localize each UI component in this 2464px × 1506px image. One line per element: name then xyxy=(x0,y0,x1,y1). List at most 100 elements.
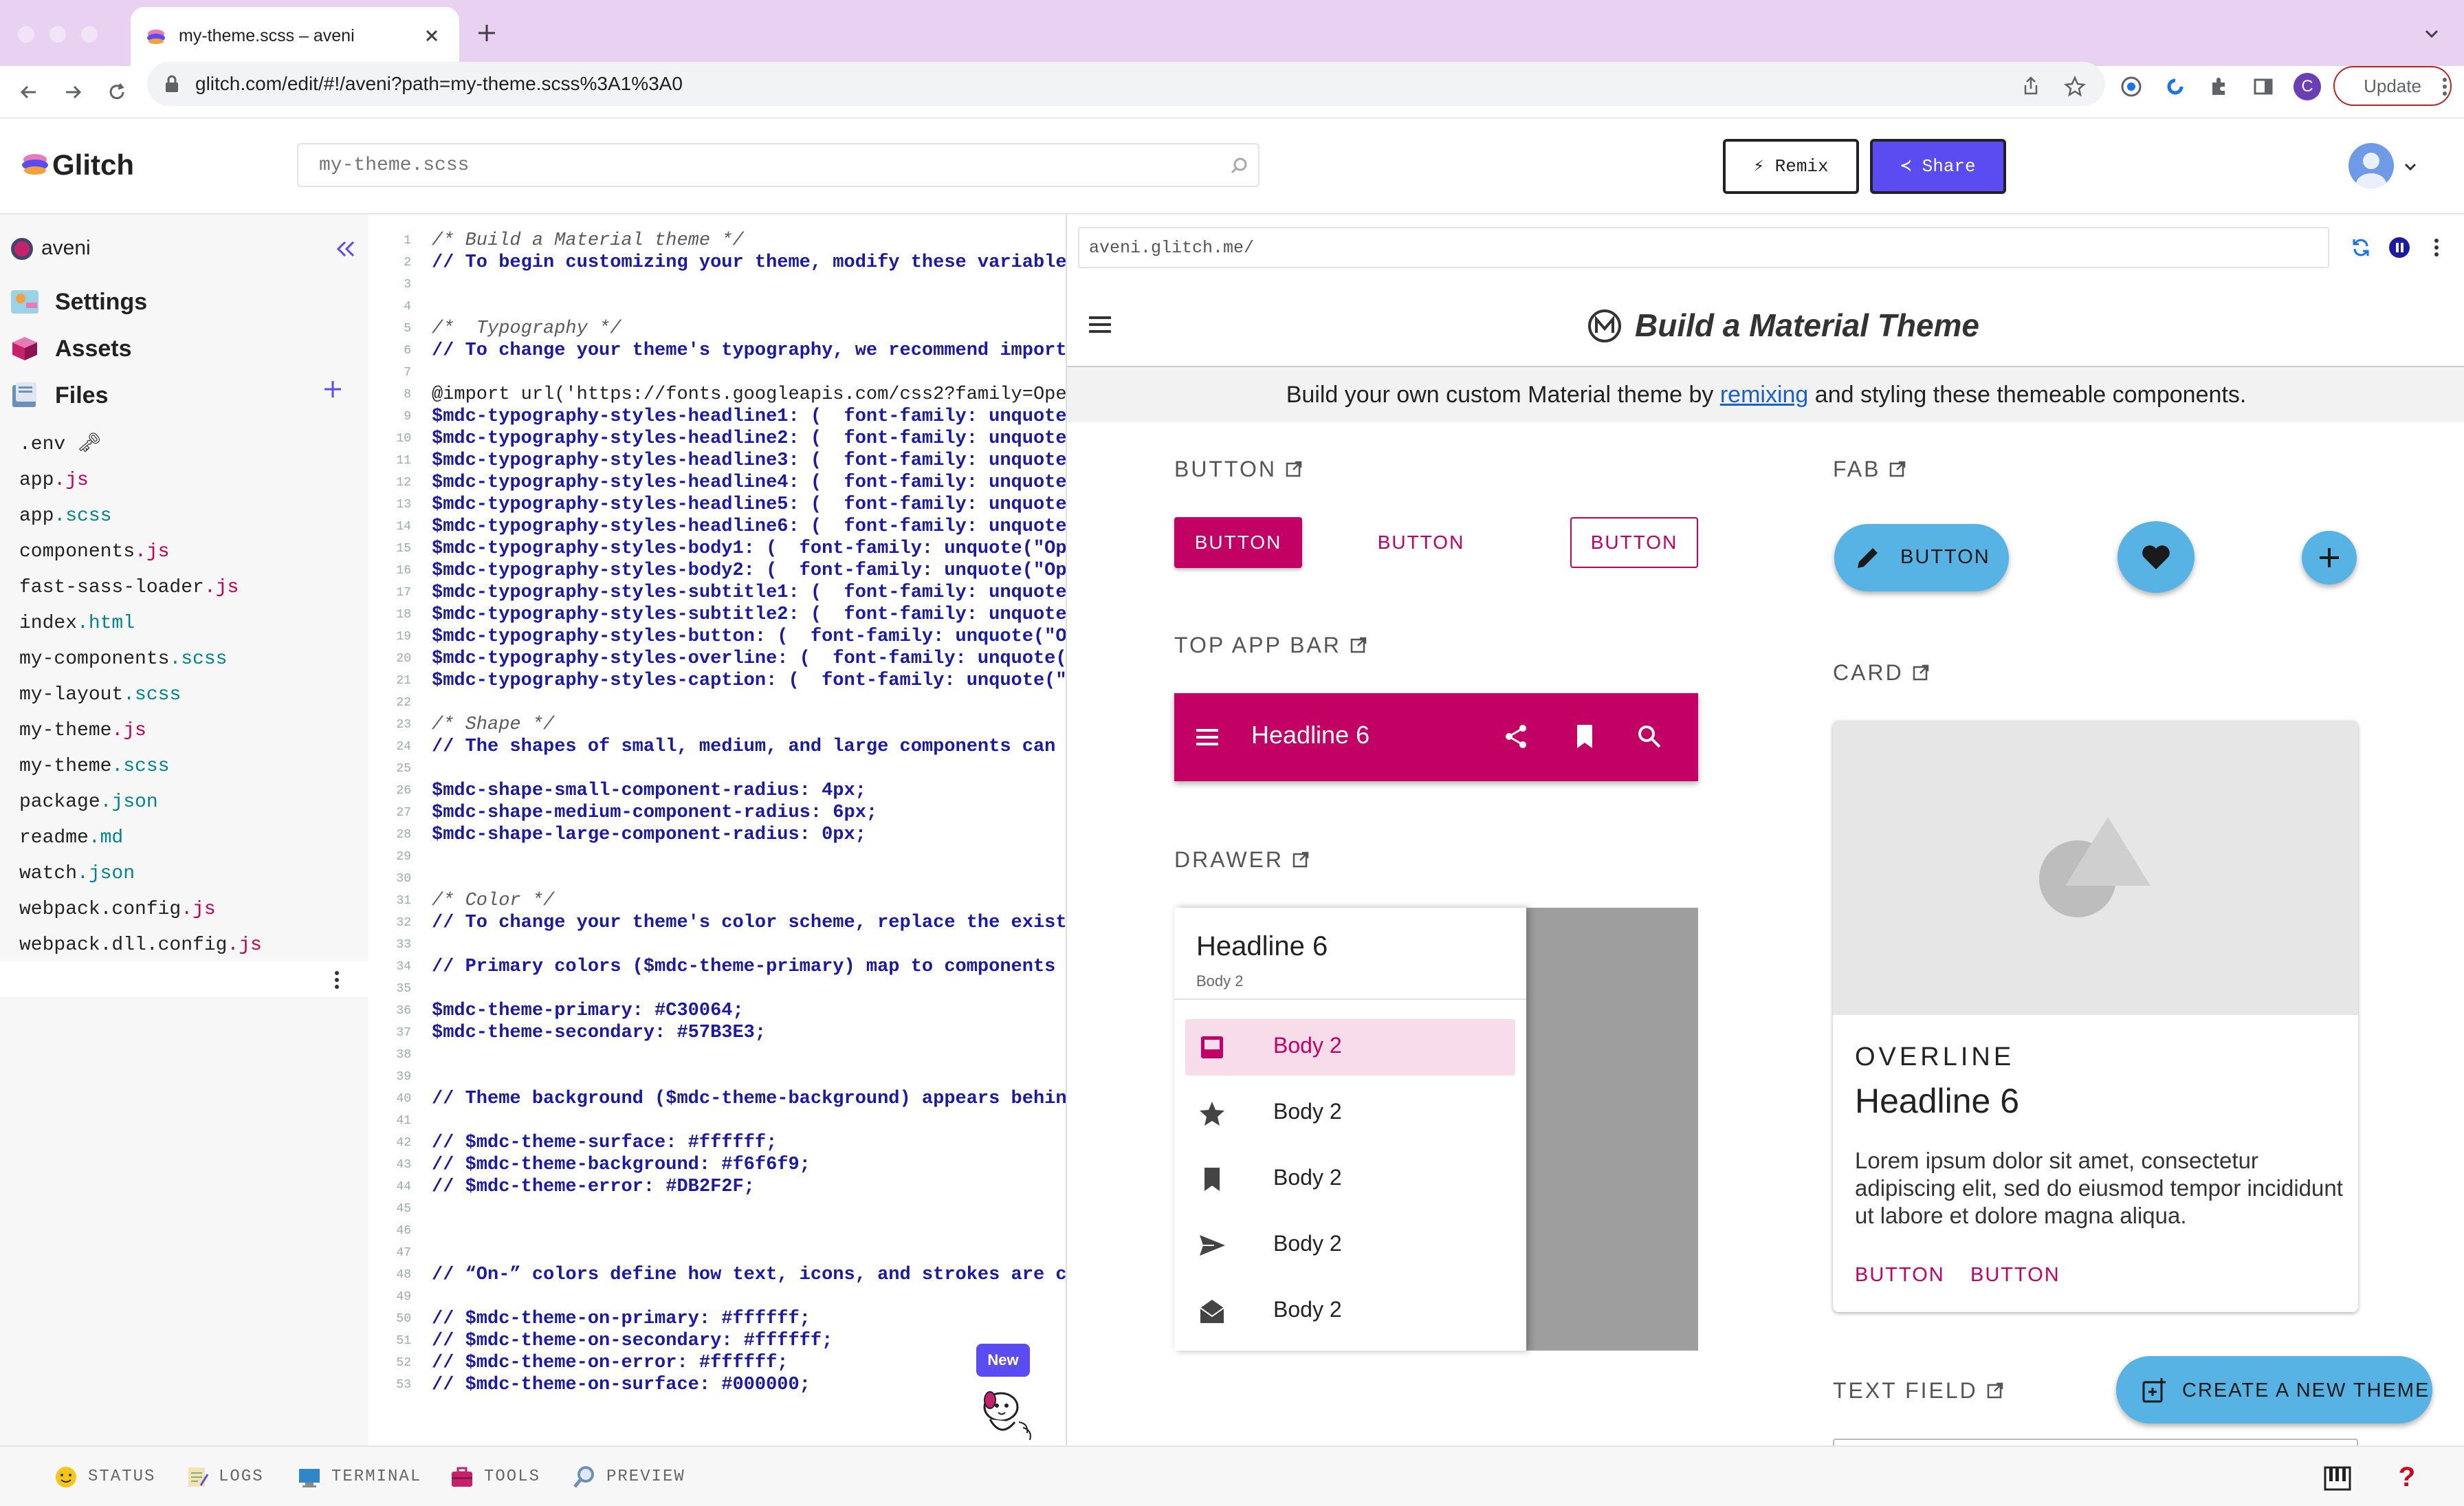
file-item[interactable]: components.js xyxy=(19,535,169,569)
drawer-item-drafts[interactable]: Body 2 xyxy=(1185,1283,1515,1340)
window-minimize-button[interactable] xyxy=(50,26,66,43)
menu-icon[interactable] xyxy=(1194,725,1221,750)
extension-icon[interactable] xyxy=(2119,74,2144,99)
open-external-icon[interactable] xyxy=(1986,1382,2004,1399)
drawer-item-send[interactable]: Body 2 xyxy=(1185,1217,1515,1274)
search-icon[interactable] xyxy=(1229,155,1250,176)
card[interactable]: OVERLINE Headline 6 Lorem ipsum dolor si… xyxy=(1833,721,2358,1312)
code-line: $mdc-typography-styles-overline: ( font-… xyxy=(432,648,1066,669)
extended-fab[interactable]: BUTTON xyxy=(1834,524,2009,591)
text-button[interactable]: BUTTON xyxy=(1357,517,1485,568)
remixing-link[interactable]: remixing xyxy=(1720,382,1808,408)
line-number: 43 xyxy=(396,1158,411,1172)
line-number: 36 xyxy=(396,1004,411,1018)
favorite-fab[interactable] xyxy=(2118,521,2194,593)
browser-menu-icon[interactable] xyxy=(2438,74,2452,99)
card-action-button[interactable]: BUTTON xyxy=(1970,1264,2060,1287)
search-icon[interactable] xyxy=(1635,722,1664,751)
file-search-box[interactable] xyxy=(297,143,1260,187)
profile-avatar[interactable]: C xyxy=(2294,73,2321,100)
text-field[interactable] xyxy=(1833,1439,2358,1445)
file-item[interactable]: readme.md xyxy=(19,821,123,855)
file-item[interactable]: my-theme.scss xyxy=(19,750,169,784)
remix-button[interactable]: ⚡ Remix xyxy=(1723,139,1859,194)
bookmark-star-icon[interactable] xyxy=(2062,74,2087,99)
file-item[interactable]: watch.json xyxy=(19,857,135,891)
code-editor[interactable]: 1 /* Build a Material theme */ 2 // To begi… xyxy=(368,215,1066,1445)
glitch-mascot-icon[interactable] xyxy=(969,1384,1038,1445)
contained-button[interactable]: BUTTON xyxy=(1174,517,1302,568)
add-fab[interactable] xyxy=(2302,531,2357,585)
forward-arrow-icon[interactable] xyxy=(60,80,85,105)
file-item[interactable]: app.scss xyxy=(19,499,111,534)
drawer-item-star[interactable]: Body 2 xyxy=(1185,1085,1515,1142)
side-panel-icon[interactable] xyxy=(2251,74,2276,99)
shapes-placeholder-icon xyxy=(2039,817,2150,917)
glitch-logo-text[interactable]: Glitch xyxy=(52,149,134,182)
open-external-icon[interactable] xyxy=(1292,851,1310,869)
file-item[interactable]: my-layout.scss xyxy=(19,678,181,712)
address-bar[interactable]: glitch.com/edit/#!/aveni?path=my-theme.s… xyxy=(147,62,2105,106)
close-tab-icon[interactable] xyxy=(419,23,444,48)
new-tab-icon[interactable] xyxy=(474,21,499,45)
refresh-preview-icon[interactable] xyxy=(2348,235,2373,260)
line-number: 45 xyxy=(396,1202,411,1216)
share-button[interactable]: ≺ Share xyxy=(1870,139,2006,194)
code-line: // $mdc-theme-on-surface: #000000; xyxy=(432,1375,811,1395)
window-maximize-button[interactable] xyxy=(81,26,98,43)
card-action-button[interactable]: BUTTON xyxy=(1855,1264,1945,1287)
file-item[interactable]: index.html xyxy=(19,607,135,641)
window-close-button[interactable] xyxy=(18,26,34,43)
file-search-input[interactable] xyxy=(298,144,1220,186)
page-subtitle: Build your own custom Material theme by … xyxy=(1067,367,2464,422)
open-external-icon[interactable] xyxy=(1285,460,1303,478)
pause-icon[interactable] xyxy=(2387,235,2412,260)
add-file-icon[interactable] xyxy=(320,377,345,402)
drawer-item-inbox[interactable]: Body 2 xyxy=(1185,1019,1515,1076)
preview-menu-icon[interactable] xyxy=(2424,235,2449,260)
code-line: $mdc-typography-styles-headline5: ( font… xyxy=(432,494,1066,515)
drawer-item-bookmark[interactable]: Body 2 xyxy=(1185,1151,1515,1208)
file-item[interactable]: fast-sass-loader.js xyxy=(19,571,239,605)
open-external-icon[interactable] xyxy=(1350,636,1367,654)
open-external-icon[interactable] xyxy=(1889,460,1906,478)
file-item[interactable]: webpack.dll.config.js xyxy=(19,928,262,963)
outlined-button[interactable]: BUTTON xyxy=(1570,517,1698,568)
share-page-icon[interactable] xyxy=(2018,74,2043,99)
help-button[interactable]: ? xyxy=(2395,1461,2419,1494)
file-item[interactable]: app.js xyxy=(19,463,89,498)
glitch-logo-icon[interactable] xyxy=(21,151,50,177)
browser-tab-active[interactable]: my-theme.scss – aveni xyxy=(131,7,459,66)
file-item[interactable]: my-components.scss xyxy=(19,642,227,677)
puzzle-extensions-icon[interactable] xyxy=(2207,74,2232,99)
section-label-text: DRAWER xyxy=(1174,847,1284,872)
line-number: 13 xyxy=(396,498,411,512)
line-number: 53 xyxy=(396,1378,411,1392)
share-icon[interactable] xyxy=(1502,722,1530,751)
card-media xyxy=(1833,721,2358,1015)
chevron-down-icon[interactable] xyxy=(2421,23,2442,44)
file-item[interactable]: .env 🗝 xyxy=(19,428,102,462)
open-external-icon[interactable] xyxy=(1912,664,1930,681)
collapse-sidebar-icon[interactable] xyxy=(333,238,358,260)
back-arrow-icon[interactable] xyxy=(16,80,41,105)
preview-url-box[interactable] xyxy=(1078,227,2329,268)
preview-pane: Build a Material Theme Build your own cu… xyxy=(1066,215,2464,1445)
create-new-theme-button[interactable]: CREATE A NEW THEME xyxy=(2116,1356,2432,1423)
file-item[interactable]: package.json xyxy=(19,785,158,820)
chevron-down-icon[interactable] xyxy=(2402,158,2419,175)
menu-icon[interactable] xyxy=(1086,311,1114,338)
bookmark-icon[interactable] xyxy=(1570,722,1599,751)
create-new-theme-label: CREATE A NEW THEME xyxy=(2182,1379,2430,1401)
file-item[interactable]: webpack.config.js xyxy=(19,893,216,927)
preview-url-input[interactable] xyxy=(1079,228,2317,267)
new-badge[interactable]: New xyxy=(976,1344,1030,1377)
keyboard-shortcuts-icon[interactable] xyxy=(2324,1466,2351,1491)
file-options-icon[interactable] xyxy=(333,970,341,990)
lock-icon[interactable] xyxy=(164,74,180,94)
file-item[interactable]: my-theme.js xyxy=(19,714,146,748)
update-button[interactable]: Update xyxy=(2333,66,2452,106)
user-avatar[interactable] xyxy=(2348,143,2394,188)
sync-extension-icon[interactable] xyxy=(2163,74,2188,99)
reload-icon[interactable] xyxy=(104,80,129,105)
